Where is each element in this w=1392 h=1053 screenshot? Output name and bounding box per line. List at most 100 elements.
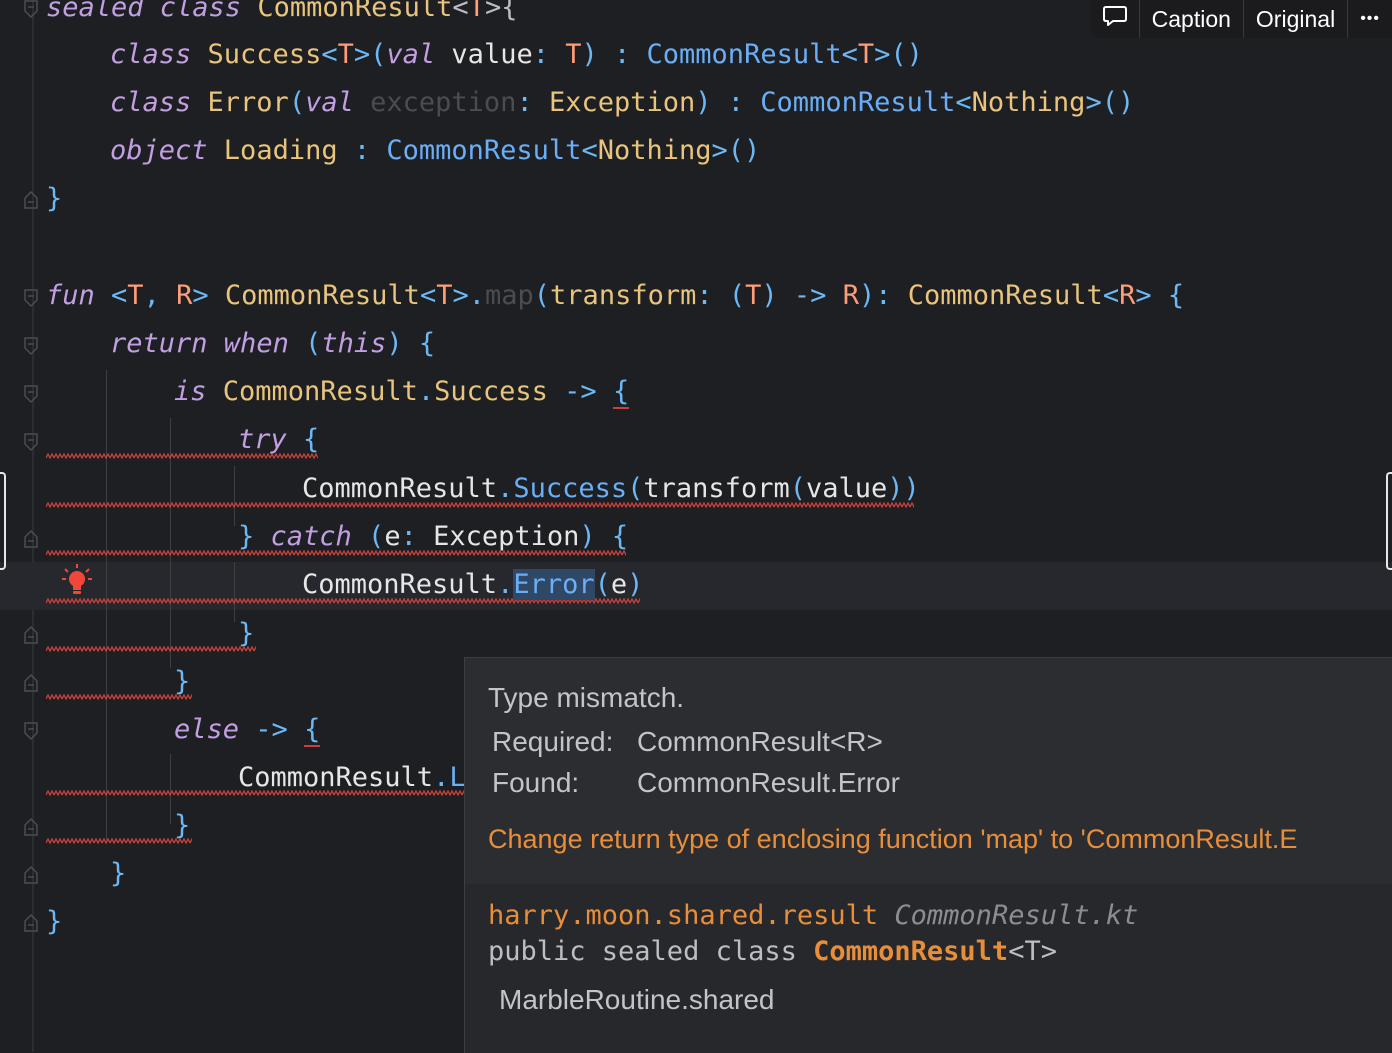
- unused-identifier: exception: [353, 87, 517, 118]
- class-name: Error: [191, 87, 289, 118]
- keyword: sealed class: [46, 0, 242, 23]
- code-line-8[interactable]: return when (this) {: [110, 320, 435, 368]
- brace: {: [304, 714, 321, 747]
- keyword: val: [386, 39, 436, 70]
- declaration-info: harry.moon.shared.result CommonResult.kt…: [465, 884, 1392, 1053]
- file-name[interactable]: CommonResult.kt: [894, 900, 1138, 931]
- keyword: else: [174, 714, 240, 745]
- punct: >: [711, 135, 728, 166]
- error-underline: [46, 646, 256, 652]
- lightbulb-icon[interactable]: [61, 563, 93, 599]
- punct: (): [727, 135, 761, 166]
- fold-marker-icon[interactable]: [24, 722, 38, 740]
- punct: (: [627, 473, 644, 504]
- punct: (: [789, 473, 806, 504]
- type-param: T: [745, 280, 762, 311]
- right-resize-handle[interactable]: [1386, 472, 1392, 570]
- error-underline: [46, 838, 192, 844]
- fold-marker-icon[interactable]: [24, 337, 38, 355]
- fold-marker-icon[interactable]: [24, 191, 38, 209]
- fold-marker-icon[interactable]: [24, 289, 38, 307]
- punct: >: [353, 39, 371, 70]
- punct: (: [370, 39, 387, 70]
- type-param: R: [842, 280, 859, 311]
- error-underline: [46, 694, 192, 700]
- punct: >: [874, 39, 891, 70]
- fold-marker-icon[interactable]: [24, 530, 38, 548]
- code-line-19[interactable]: }: [110, 850, 126, 898]
- indent-guide: [170, 754, 171, 824]
- brace: }: [174, 810, 191, 841]
- code-line-2[interactable]: class Success<T>(val value: T) : CommonR…: [110, 31, 923, 79]
- punct: <: [321, 39, 338, 70]
- punct: )): [887, 473, 920, 504]
- more-options-button[interactable]: •••: [1347, 0, 1392, 38]
- punct: <: [94, 280, 128, 311]
- fold-marker-icon[interactable]: [24, 0, 38, 18]
- code-line-14[interactable]: }: [238, 610, 254, 658]
- code-line-18[interactable]: }: [174, 802, 190, 850]
- code-line-4[interactable]: object Loading : CommonResult<Nothing>(): [110, 127, 760, 175]
- fold-marker-icon[interactable]: [24, 674, 38, 692]
- type-param: R: [176, 280, 193, 311]
- punct: >{: [484, 0, 518, 23]
- keyword: is: [174, 376, 207, 407]
- code-line-15[interactable]: }: [174, 658, 190, 706]
- original-button[interactable]: Original: [1242, 0, 1347, 38]
- punct: ) ->: [761, 280, 843, 311]
- punct: ,: [143, 280, 177, 311]
- punct: ) {: [579, 521, 629, 552]
- decl-type-params: <T>: [1008, 936, 1057, 967]
- code-line-9[interactable]: is CommonResult.Success -> {: [174, 368, 630, 416]
- code-line-5[interactable]: }: [46, 175, 62, 223]
- class-name: Success: [191, 39, 322, 70]
- identifier: value: [435, 39, 533, 70]
- fold-marker-icon[interactable]: [24, 866, 38, 884]
- punct: (: [728, 280, 746, 311]
- punct: :: [400, 521, 434, 552]
- keyword: val: [305, 87, 354, 118]
- module-name: MarbleRoutine.shared: [499, 984, 775, 1015]
- code-line-3[interactable]: class Error(val exception: Exception) : …: [110, 79, 1134, 127]
- code-line-10[interactable]: try {: [238, 416, 319, 464]
- punct: (): [1101, 87, 1135, 118]
- punct: :: [516, 87, 549, 118]
- brace: }: [238, 521, 271, 552]
- keyword: this: [321, 328, 387, 359]
- class-ref: CommonResult: [206, 376, 418, 407]
- code-line-13[interactable]: CommonResult.Error(e): [302, 561, 643, 609]
- brace: }: [238, 618, 255, 649]
- punct: (: [288, 87, 306, 118]
- code-line-20[interactable]: }: [46, 898, 62, 946]
- left-resize-handle[interactable]: [0, 472, 6, 570]
- fold-marker-icon[interactable]: [24, 433, 38, 451]
- keyword: try: [238, 424, 287, 455]
- class-ref: CommonResult: [302, 569, 498, 600]
- type-name: Nothing: [971, 87, 1086, 118]
- fold-marker-icon[interactable]: [24, 914, 38, 932]
- code-line-11[interactable]: CommonResult.Success(transform(value)): [302, 465, 920, 513]
- code-line-12[interactable]: } catch (e: Exception) {: [238, 513, 628, 561]
- code-line-16[interactable]: else -> {: [174, 706, 321, 754]
- caption-button[interactable]: Caption: [1138, 0, 1243, 38]
- type-param: R: [1119, 280, 1136, 311]
- declaration-signature: public sealed class CommonResult<T>: [488, 936, 1057, 967]
- punct: :: [337, 135, 387, 166]
- code-line-7[interactable]: fun <T, R> CommonResult<T>.map(transform…: [46, 272, 1184, 320]
- type-param: T: [857, 39, 875, 70]
- fold-marker-icon[interactable]: [24, 385, 38, 403]
- speech-bubble-icon: [1102, 5, 1127, 33]
- found-label: Found:: [492, 767, 580, 798]
- code-line-1[interactable]: sealed class CommonResult<T>{: [46, 0, 517, 32]
- error-details: Type mismatch. Required: CommonResult<R>…: [465, 658, 1392, 884]
- keyword: fun: [46, 280, 95, 311]
- code-line-17[interactable]: CommonResult.L: [238, 754, 466, 802]
- fold-marker-icon[interactable]: [24, 626, 38, 644]
- comment-button[interactable]: [1091, 0, 1139, 38]
- fold-marker-icon[interactable]: [24, 818, 38, 836]
- identifier: e: [610, 569, 628, 600]
- punct: ):: [858, 280, 908, 311]
- punct: >: [452, 280, 469, 311]
- quick-fix-link[interactable]: Change return type of enclosing function…: [488, 824, 1297, 855]
- keyword: class: [110, 87, 192, 118]
